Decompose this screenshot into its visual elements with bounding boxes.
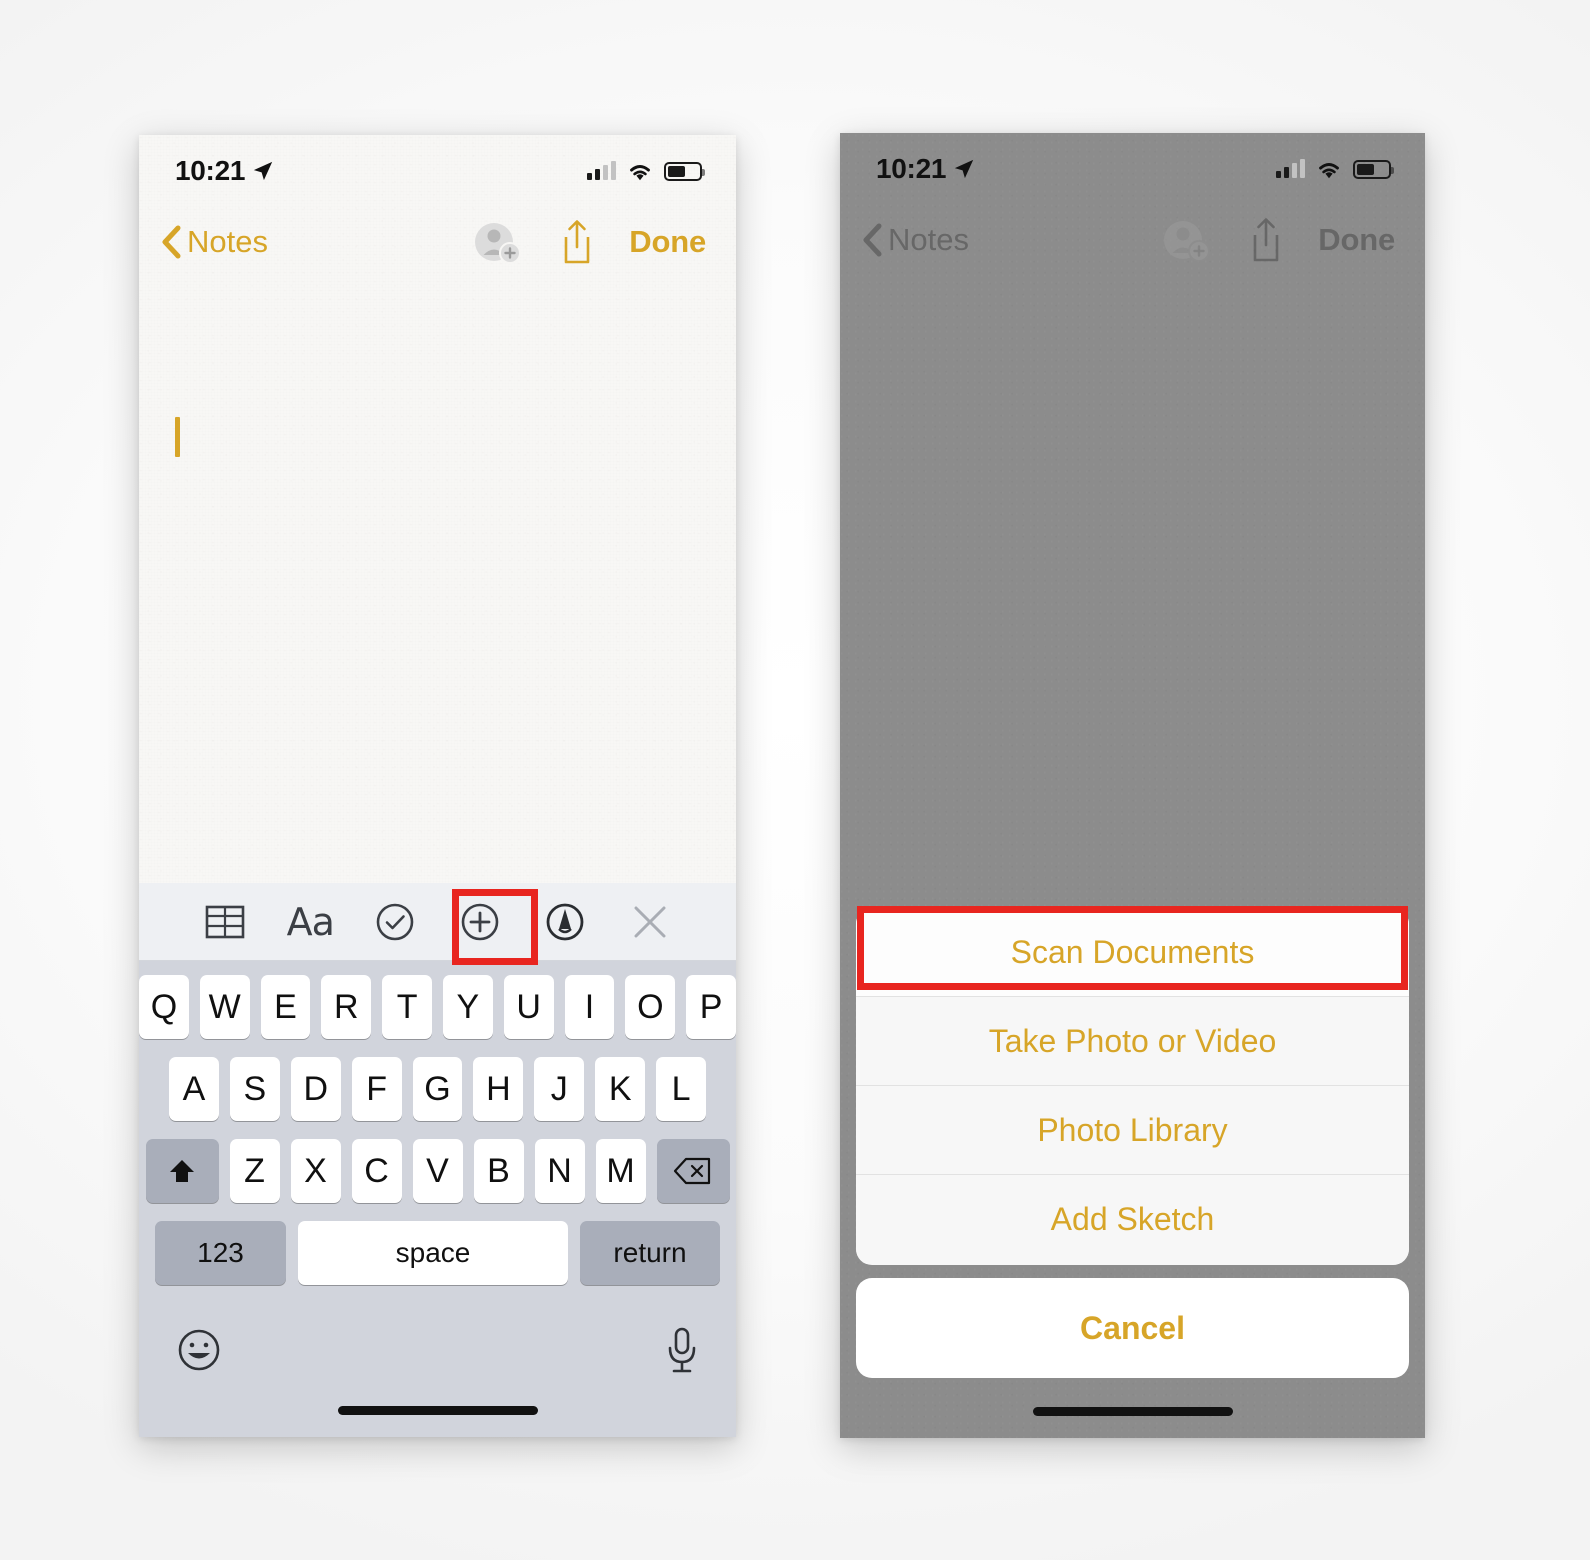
left-status-bar: 10:21 — [139, 135, 736, 207]
key-I[interactable]: I — [564, 975, 615, 1039]
key-K[interactable]: K — [595, 1057, 646, 1121]
key-M[interactable]: M — [595, 1139, 646, 1203]
right-phone-screen: 10:21 Notes Done Scan Documents Take Pho… — [840, 133, 1425, 1438]
shift-icon[interactable] — [145, 1139, 219, 1203]
return-key[interactable]: return — [580, 1221, 720, 1285]
share-icon[interactable] — [1248, 216, 1284, 264]
wifi-icon — [630, 164, 650, 180]
key-J[interactable]: J — [534, 1057, 585, 1121]
software-keyboard: Q W E R T Y U I O P A S D F G H J K L Z … — [139, 961, 736, 1437]
left-nav-bar: Notes Done — [139, 207, 736, 277]
back-to-notes-button[interactable]: Notes — [862, 222, 969, 258]
keyboard-row-1: Q W E R T Y U I O P — [139, 975, 736, 1039]
key-F[interactable]: F — [351, 1057, 402, 1121]
home-indicator — [1032, 1407, 1233, 1416]
status-right-group — [587, 161, 705, 181]
text-caret — [175, 417, 180, 457]
keyboard-bottom-row — [139, 1303, 736, 1375]
key-Z[interactable]: Z — [229, 1139, 280, 1203]
key-G[interactable]: G — [412, 1057, 463, 1121]
key-W[interactable]: W — [199, 975, 250, 1039]
done-button[interactable]: Done — [629, 224, 706, 260]
wifi-icon — [1319, 162, 1339, 178]
markup-pen-icon[interactable] — [534, 893, 596, 951]
action-add-sketch[interactable]: Add Sketch — [856, 1175, 1409, 1264]
battery-icon — [664, 161, 705, 181]
space-key[interactable]: space — [298, 1221, 568, 1285]
back-label: Notes — [888, 222, 969, 257]
action-photo-library[interactable]: Photo Library — [856, 1086, 1409, 1175]
back-to-notes-button[interactable]: Notes — [161, 224, 268, 260]
notes-accessory-toolbar: Aa — [139, 883, 736, 961]
key-Y[interactable]: Y — [443, 975, 493, 1039]
key-S[interactable]: S — [229, 1057, 280, 1121]
key-A[interactable]: A — [169, 1057, 219, 1121]
key-R[interactable]: R — [321, 975, 372, 1039]
close-keyboard-icon[interactable] — [619, 893, 681, 951]
action-sheet-cancel-group: Cancel — [856, 1278, 1409, 1378]
key-V[interactable]: V — [412, 1139, 463, 1203]
table-icon[interactable] — [194, 893, 256, 951]
location-arrow-icon — [253, 161, 273, 181]
numbers-key[interactable]: 123 — [155, 1221, 286, 1285]
right-nav-bar: Notes Done — [840, 205, 1425, 275]
cellular-signal-icon — [1276, 159, 1305, 178]
battery-icon — [1353, 159, 1394, 179]
key-P[interactable]: P — [686, 975, 736, 1039]
key-O[interactable]: O — [625, 975, 676, 1039]
location-arrow-icon — [954, 159, 974, 179]
add-person-icon[interactable] — [1162, 217, 1212, 263]
share-icon[interactable] — [559, 218, 595, 266]
cellular-signal-icon — [587, 161, 616, 180]
status-time: 10:21 — [175, 155, 246, 186]
key-D[interactable]: D — [290, 1057, 341, 1121]
checklist-icon[interactable] — [364, 893, 426, 951]
action-sheet-options-group: Scan Documents Take Photo or Video Photo… — [856, 908, 1409, 1265]
done-button[interactable]: Done — [1318, 222, 1395, 258]
nav-icon-group — [473, 218, 595, 266]
key-B[interactable]: B — [473, 1139, 524, 1203]
nav-icon-group — [1162, 216, 1284, 264]
key-T[interactable]: T — [382, 975, 432, 1039]
key-E[interactable]: E — [260, 975, 311, 1039]
keyboard-row-3: Z X C V B N M — [139, 1139, 736, 1203]
key-X[interactable]: X — [290, 1139, 341, 1203]
add-person-icon[interactable] — [473, 219, 523, 265]
text-format-icon[interactable]: Aa — [279, 893, 341, 951]
right-status-bar: 10:21 — [840, 133, 1425, 205]
emoji-smiley-icon[interactable] — [175, 1326, 223, 1374]
key-C[interactable]: C — [351, 1139, 402, 1203]
chevron-left-icon — [162, 225, 181, 259]
key-L[interactable]: L — [656, 1057, 707, 1121]
action-scan-documents[interactable]: Scan Documents — [856, 908, 1409, 997]
chevron-left-icon — [863, 223, 882, 257]
delete-backspace-icon[interactable] — [656, 1139, 730, 1203]
keyboard-row-4: 123 space return — [139, 1221, 736, 1285]
microphone-icon[interactable] — [664, 1325, 700, 1375]
add-attachment-icon[interactable] — [449, 893, 511, 951]
home-indicator — [337, 1406, 538, 1415]
status-right-group — [1276, 159, 1394, 179]
key-N[interactable]: N — [534, 1139, 585, 1203]
cancel-button[interactable]: Cancel — [856, 1278, 1409, 1378]
status-left-group: 10:21 — [175, 155, 274, 187]
back-label: Notes — [187, 224, 268, 259]
action-take-photo-or-video[interactable]: Take Photo or Video — [856, 997, 1409, 1086]
key-Q[interactable]: Q — [139, 975, 189, 1039]
keyboard-row-2: A S D F G H J K L — [139, 1057, 736, 1121]
status-left-group: 10:21 — [876, 153, 975, 185]
text-format-label: Aa — [286, 899, 335, 944]
status-time: 10:21 — [876, 153, 947, 184]
key-H[interactable]: H — [473, 1057, 524, 1121]
left-phone-screen: 10:21 Notes Done Aa Q W E R T Y U I O P … — [139, 135, 736, 1437]
key-U[interactable]: U — [503, 975, 554, 1039]
